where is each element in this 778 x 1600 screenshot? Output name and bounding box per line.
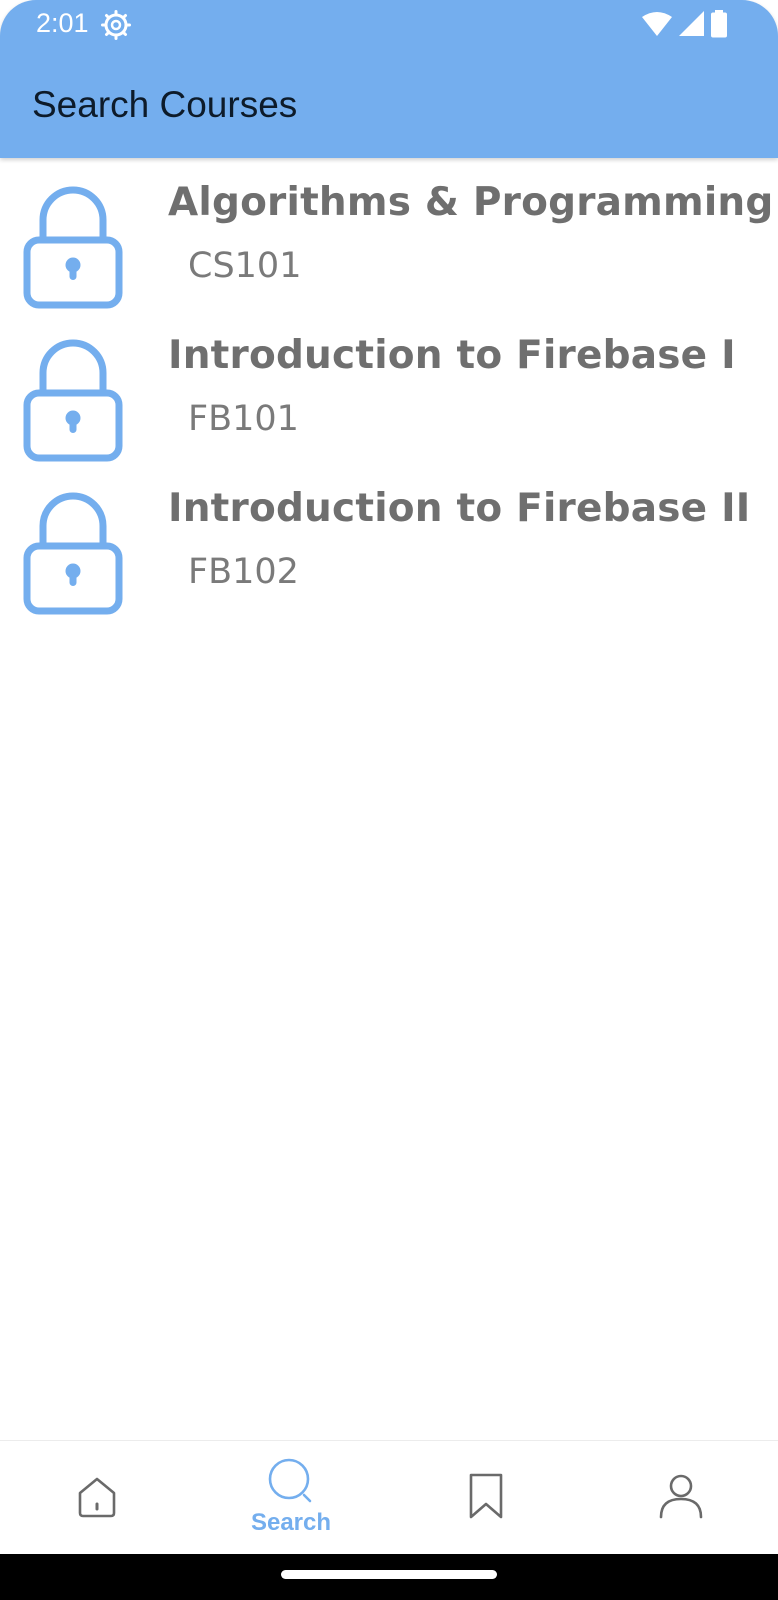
status-time: 2:01 — [36, 8, 89, 38]
lock-icon — [23, 492, 123, 615]
system-navigation-bar — [0, 1554, 778, 1600]
bottom-navigation: Search — [0, 1440, 778, 1555]
search-icon — [268, 1458, 312, 1503]
lock-icon — [23, 339, 123, 462]
page-title: Search Courses — [32, 84, 298, 125]
gear-icon — [101, 10, 131, 40]
status-icons — [642, 10, 728, 38]
course-title: Introduction to Firebase I — [168, 333, 736, 378]
course-code: CS101 — [188, 246, 302, 286]
nav-search-label: Search — [250, 1509, 332, 1536]
wifi-icon — [642, 12, 672, 36]
lock-icon — [23, 186, 123, 309]
battery-icon — [711, 10, 727, 38]
nav-profile[interactable] — [584, 1441, 778, 1555]
app-bar: 2:01 Search Courses — [0, 0, 778, 158]
profile-icon — [659, 1474, 703, 1519]
nav-search[interactable]: Search — [194, 1441, 388, 1555]
course-item[interactable]: Algorithms & Programming I CS101 — [0, 160, 778, 313]
nav-home[interactable] — [0, 1441, 194, 1555]
course-item[interactable]: Introduction to Firebase I FB101 — [0, 313, 778, 466]
status-bar: 2:01 — [0, 0, 778, 50]
course-list: Algorithms & Programming I CS101 Introdu… — [0, 160, 778, 619]
course-item[interactable]: Introduction to Firebase II FB102 — [0, 466, 778, 619]
course-title: Introduction to Firebase II — [168, 486, 751, 531]
home-gesture-handle[interactable] — [281, 1570, 497, 1579]
nav-bookmarks[interactable] — [389, 1441, 583, 1555]
home-icon — [78, 1477, 116, 1518]
course-code: FB101 — [188, 399, 299, 439]
bookmark-icon — [469, 1473, 503, 1519]
cellular-signal-icon — [679, 11, 704, 36]
course-code: FB102 — [188, 552, 299, 592]
course-title: Algorithms & Programming I — [168, 180, 778, 225]
